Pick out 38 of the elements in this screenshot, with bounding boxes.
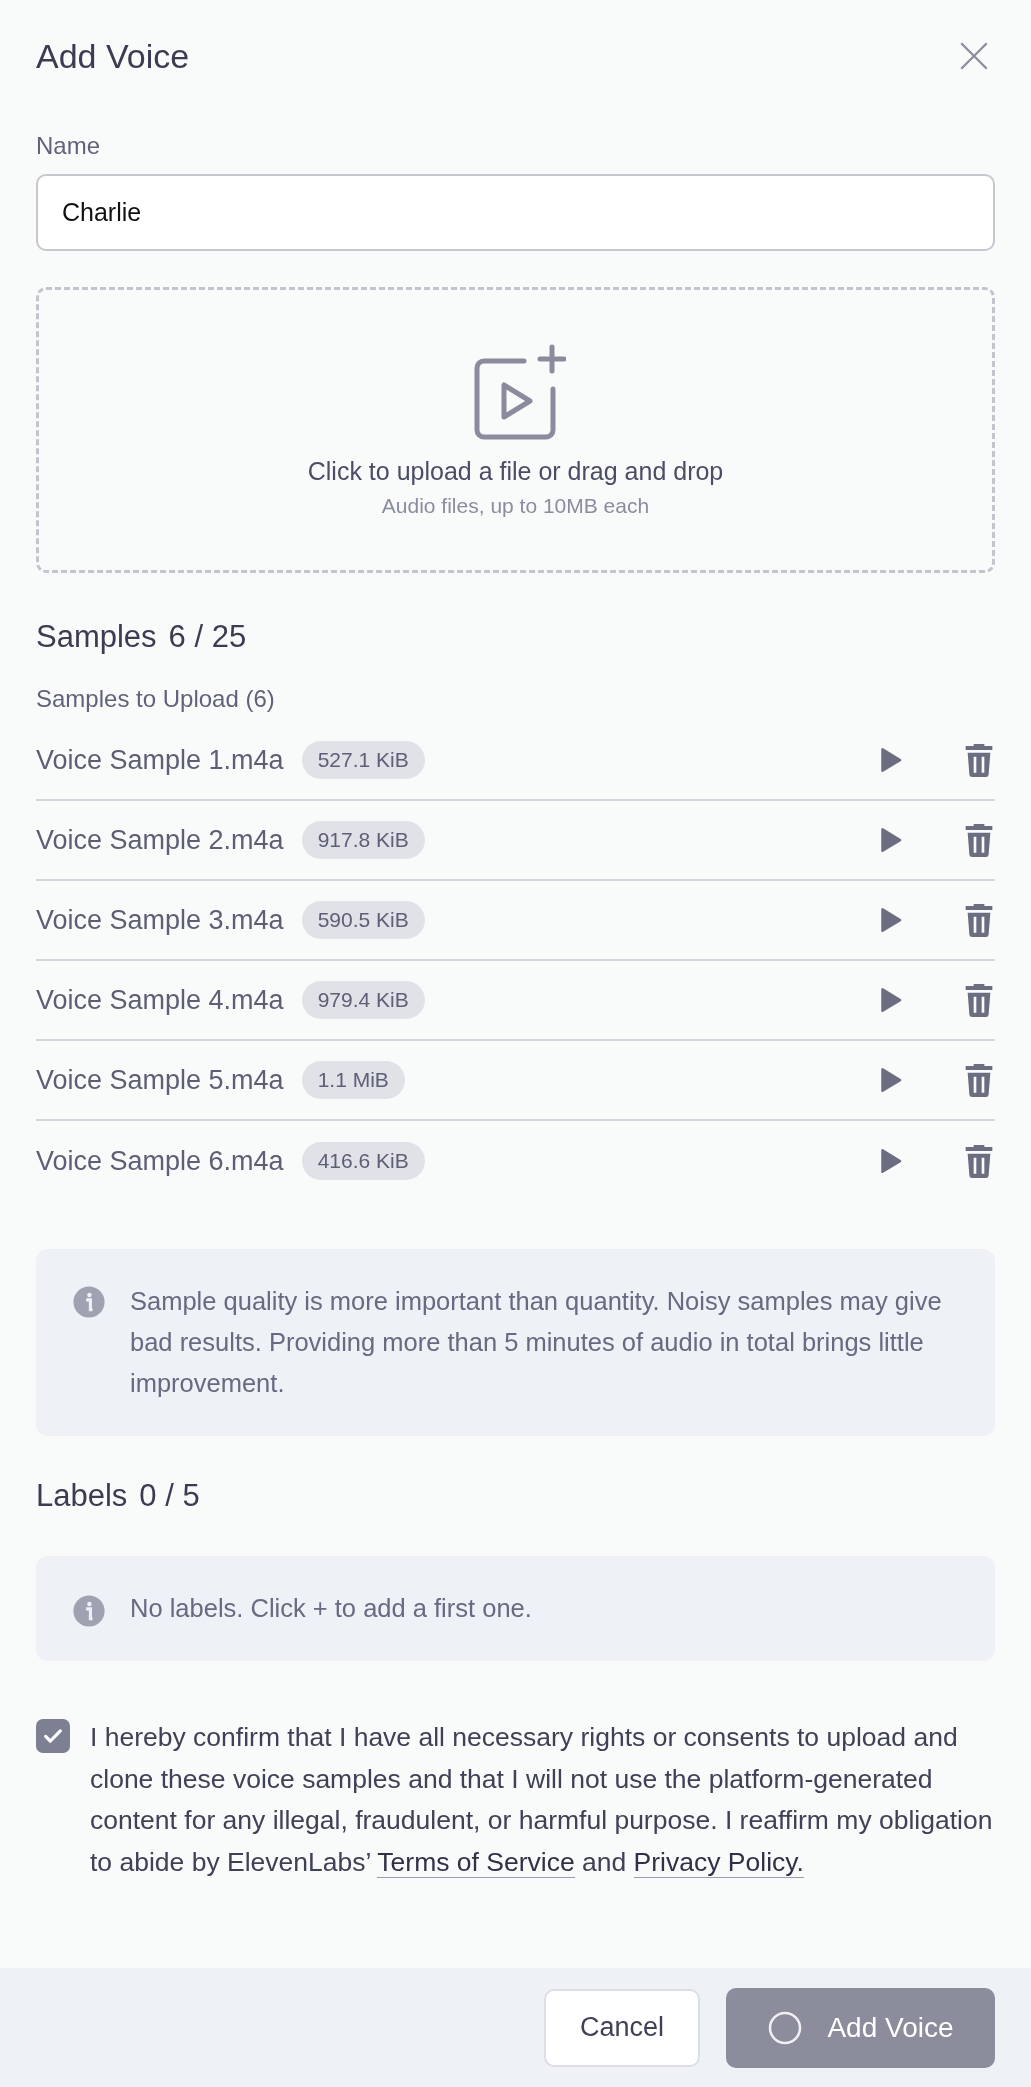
delete-button[interactable] <box>963 1143 995 1179</box>
sample-file-name: Voice Sample 6.m4a <box>36 1145 284 1177</box>
delete-button[interactable] <box>963 902 995 938</box>
info-icon <box>72 1593 106 1628</box>
file-size: 590.5 KiB <box>301 901 425 939</box>
samples-heading: Samples <box>36 619 157 655</box>
consent-text: I hereby confirm that I have all necessary rights or consents to upload and clone these voice samples and that I will not use the platform-generated content for any illegal, fraudulent, or harmful purpose. I reaffirm my obligation to abide by ElevenLabs’ Terms of Service and Privacy Policy. <box>90 1721 994 1880</box>
name-field[interactable]: Charlie <box>36 174 995 251</box>
delete-button[interactable] <box>963 1062 995 1098</box>
labels-count: 0 / 5 <box>139 1478 200 1514</box>
labels-empty-text: No labels. Click + to add a first one. <box>130 1593 532 1624</box>
delete-button[interactable] <box>963 822 995 858</box>
file-size: 527.1 KiB <box>301 741 425 779</box>
sample-file-name: Voice Sample 1.m4a <box>36 744 284 776</box>
upload-prompt: Click to upload a file or drag and drop <box>307 456 724 486</box>
upload-hint: Audio files, up to 10MB each <box>381 493 650 518</box>
delete-button[interactable] <box>963 982 995 1018</box>
delete-button[interactable] <box>963 742 995 778</box>
info-icon <box>72 1285 106 1319</box>
info-text: Sample quality is more important than quantity. Noisy samples may give bad results. Providing more than 5 minutes of audio in total brings little improvement. <box>130 1286 943 1399</box>
upload-dropzone[interactable]: Click to upload a file or drag and drop Audio files, up to 10MB each <box>36 287 995 573</box>
labels-heading: Labels <box>36 1478 128 1514</box>
sample-file-name: Voice Sample 4.m4a <box>36 984 284 1016</box>
sample-file-name: Voice Sample 5.m4a <box>36 1064 284 1096</box>
file-size: 979.4 KiB <box>301 981 425 1019</box>
file-size: 416.6 KiB <box>301 1142 425 1180</box>
samples-subheading: Samples to Upload (6) <box>36 685 276 713</box>
privacy-link[interactable]: Privacy Policy. <box>633 1846 804 1878</box>
terms-link[interactable]: Terms of Service <box>377 1846 575 1878</box>
name-label: Name <box>36 132 102 160</box>
dialog-title: Add Voice <box>36 36 190 76</box>
consent-checkbox[interactable] <box>36 1719 70 1753</box>
samples-count: 6 / 25 <box>168 619 247 655</box>
sample-file-name: Voice Sample 3.m4a <box>36 904 284 936</box>
file-size: 917.8 KiB <box>301 821 425 859</box>
file-size: 1.1 MiB <box>301 1061 405 1099</box>
sample-file-name: Voice Sample 2.m4a <box>36 824 284 856</box>
cancel-button[interactable]: Cancel <box>543 1988 700 2067</box>
